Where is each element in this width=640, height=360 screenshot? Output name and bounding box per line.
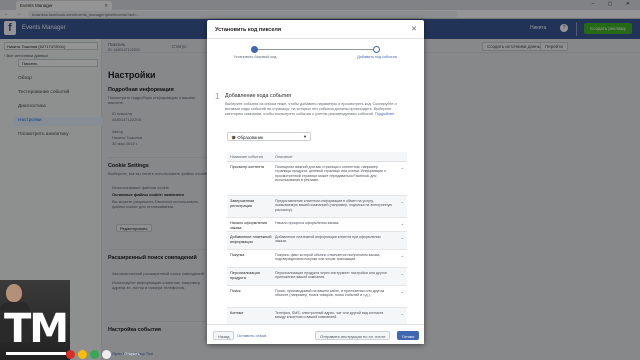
taskbar-label: Открыть (124, 351, 140, 356)
pause-icon[interactable] (78, 350, 87, 359)
expand-chevron-icon[interactable]: ⌄ (401, 199, 404, 204)
expand-chevron-icon[interactable]: ⌄ (401, 165, 404, 170)
webcam-overlay: TM (0, 280, 70, 360)
section-title: Добавление кода события (225, 93, 292, 99)
dialog-footer: Назад Оставить отзыв Отправить инструкци… (207, 324, 424, 344)
expand-chevron-icon[interactable]: ⌄ (401, 271, 404, 276)
event-name: Контакт (230, 311, 244, 315)
event-row[interactable]: Добавление платежной информации Добавлени… (227, 232, 407, 250)
install-pixel-dialog: Установить код пикселя ✕ Установить базо… (207, 20, 424, 344)
dialog-title: Установить код пикселя (215, 27, 282, 33)
step-2-label[interactable]: Добавить код события (337, 55, 417, 59)
expand-chevron-icon[interactable]: ⌄ (401, 311, 404, 316)
event-name: Поиск (230, 289, 241, 293)
expand-chevron-icon[interactable]: ⌄ (401, 235, 404, 240)
section-description: Выберите события из списка ниже, чтобы д… (225, 102, 405, 117)
event-row[interactable]: Просмотр контента Посещение важной для ва… (227, 162, 407, 196)
event-row[interactable]: Завершенная регистрация Предоставление кл… (227, 196, 407, 218)
event-row[interactable]: Покупка Покупка, факт которой обычно отме… (227, 250, 407, 268)
event-row[interactable]: Поиск Поиск, производимый на вашем сайте,… (227, 286, 407, 308)
column-header-event: Название события (230, 155, 263, 159)
stop-icon[interactable] (102, 350, 111, 359)
step-2-indicator (373, 46, 380, 53)
event-name: Просмотр контента (230, 165, 265, 169)
column-header-description: Описание (275, 155, 293, 159)
table-header: Название события Описание (227, 152, 407, 162)
event-name: Персонализация продукта (230, 271, 260, 280)
event-name: Начало оформления заказа (230, 221, 267, 230)
business-category-dropdown[interactable]: 🎓 Образование ▼ (227, 132, 311, 141)
event-description: Телефон, SMS, электронный адрес, чат или… (275, 311, 384, 320)
step-1-indicator (251, 46, 258, 53)
taskbar: Открыть (60, 349, 180, 360)
expand-chevron-icon[interactable]: ⌄ (401, 253, 404, 258)
event-name: Добавление платежной информации (230, 235, 272, 244)
category-value: Образование (237, 134, 264, 140)
event-description: Покупка, факт которой обычно отмечается … (275, 253, 381, 262)
event-row[interactable]: Начало оформления заказа Начало процесса … (227, 218, 407, 232)
learn-more-link[interactable]: Подробнее (375, 112, 395, 116)
app-icon[interactable] (90, 350, 99, 359)
event-description: Персонализация продукта через инструмент… (275, 271, 388, 280)
dialog-divider (207, 38, 424, 39)
done-button[interactable]: Готово (397, 331, 420, 340)
section-description-text: Выберите события из списка ниже, чтобы д… (225, 102, 397, 116)
email-instructions-button[interactable]: Отправить инструкции по эл. почте (315, 331, 391, 340)
event-row[interactable]: Персонализация продукта Персонализация пр… (227, 268, 407, 286)
event-name: Покупка (230, 253, 245, 257)
expand-chevron-icon[interactable]: ⌄ (401, 289, 404, 294)
event-description: Начало процесса оформления заказа. (275, 221, 340, 225)
dialog-body: 1 Добавление кода события Выберите событ… (215, 72, 416, 332)
presenter-head (6, 284, 22, 302)
event-description: Предоставление клиентом информации в обм… (275, 199, 392, 212)
close-icon[interactable]: ✕ (411, 25, 417, 33)
back-button[interactable]: Назад (213, 331, 235, 340)
step-1-label[interactable]: Установить базовый код (215, 55, 295, 59)
chevron-down-icon: ▼ (303, 134, 307, 139)
stepper: Установить базовый код Добавить код собы… (215, 44, 416, 66)
expand-chevron-icon[interactable]: ⌄ (401, 221, 404, 226)
section-number: 1 (215, 92, 220, 101)
recording-icon[interactable] (66, 350, 75, 359)
event-description: Посещение важной для вас страницы с конт… (275, 165, 386, 183)
feedback-link[interactable]: Оставить отзыв (237, 333, 266, 338)
stepper-line (255, 49, 377, 50)
tm-logo-underline (6, 352, 66, 355)
tm-logo: TM (4, 306, 69, 352)
event-description: Добавление платежной информации клиента … (275, 235, 381, 244)
event-description: Поиск, производимый на вашем сайте, в пр… (275, 289, 385, 298)
events-table: Название события Описание Просмотр конте… (227, 152, 407, 332)
event-name: Завершенная регистрация (230, 199, 255, 208)
